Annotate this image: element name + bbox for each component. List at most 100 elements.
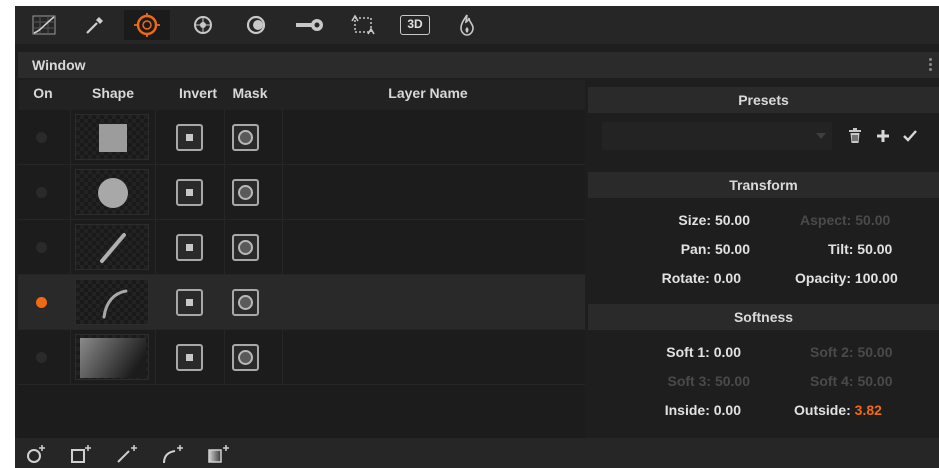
soft1-param[interactable]: Soft 1: 0.00 [618,344,741,360]
mask-button[interactable] [232,124,259,151]
tilt-param[interactable]: Tilt: 50.00 [828,241,892,257]
invert-button[interactable] [176,124,203,151]
add-gradient-window-icon [208,445,229,463]
pan-value[interactable]: 50.00 [715,241,750,257]
window-properties-panel: Presets Transform Size: 50.00 Aspect: 50… [588,80,939,438]
mask-button[interactable] [232,179,259,206]
shape-thumbnail-square[interactable] [75,114,149,160]
circle-shape-icon [98,178,128,208]
col-header-mask: Mask [232,85,268,101]
inside-param[interactable]: Inside: 0.00 [618,402,741,418]
delete-preset-button[interactable] [844,124,866,148]
shape-thumbnail-gradient[interactable] [75,334,149,380]
col-header-layer-name: Layer Name [388,85,468,101]
soft3-value[interactable]: 50.00 [715,373,750,389]
trash-icon [849,128,861,143]
window-on-toggle[interactable] [36,242,47,253]
qualifier-tool-button[interactable] [72,10,118,40]
plus-icon [877,130,889,142]
pan-param[interactable]: Pan: 50.00 [618,241,750,257]
tilt-label: Tilt: [828,241,854,257]
outside-label: Outside: [794,402,851,418]
outside-param[interactable]: Outside: 3.82 [794,402,882,418]
window-on-toggle[interactable] [36,297,47,308]
add-square-window-button[interactable] [67,442,97,466]
shape-thumbnail-circle[interactable] [75,169,149,215]
mask-button[interactable] [232,344,259,371]
shape-thumbnail-curve[interactable] [75,279,149,325]
window-panel-header: Window [18,52,939,78]
window-on-toggle[interactable] [36,352,47,363]
soft1-value[interactable]: 0.00 [714,344,741,360]
blur-tool-button[interactable] [233,10,279,40]
layer-name-field[interactable] [288,110,578,165]
soft2-value[interactable]: 50.00 [857,344,892,360]
add-curve-window-button[interactable] [158,442,188,466]
aspect-param[interactable]: Aspect: 50.00 [800,212,890,228]
layer-name-field[interactable] [288,165,578,220]
add-linear-window-icon [117,445,137,463]
mask-button[interactable] [232,289,259,316]
table-row[interactable] [18,330,585,385]
size-param[interactable]: Size: 50.00 [618,212,750,228]
apply-preset-button[interactable] [899,124,921,148]
size-label: Size: [678,212,712,228]
add-circle-window-button[interactable] [23,442,53,466]
layer-name-field[interactable] [288,330,578,385]
3d-tool-button[interactable]: 3D [392,10,438,40]
invert-button[interactable] [176,179,203,206]
window-icon [134,13,160,37]
aspect-label: Aspect: [800,212,852,228]
palette-toolbar: 3D [15,6,939,44]
soft2-param[interactable]: Soft 2: 50.00 [810,344,893,360]
layer-name-field[interactable] [288,275,578,330]
mask-button[interactable] [232,234,259,261]
invert-button[interactable] [176,234,203,261]
inside-value[interactable]: 0.00 [714,402,741,418]
add-preset-button[interactable] [872,124,894,148]
linear-shape-icon [100,233,126,263]
invert-button[interactable] [176,344,203,371]
tilt-value[interactable]: 50.00 [857,241,892,257]
fx-flame-icon [460,14,474,36]
window-tool-button[interactable] [124,10,170,40]
presets-dropdown[interactable] [602,122,832,150]
size-value[interactable]: 50.00 [715,212,750,228]
invert-button[interactable] [176,289,203,316]
key-icon [296,19,323,31]
rotate-param[interactable]: Rotate: 0.00 [618,270,741,286]
sizing-tool-button[interactable] [340,10,386,40]
window-on-toggle[interactable] [36,132,47,143]
soft4-value[interactable]: 50.00 [857,373,892,389]
table-row[interactable] [18,110,585,165]
sizing-icon [351,14,375,35]
window-on-toggle[interactable] [36,187,47,198]
col-header-shape: Shape [91,85,134,101]
opacity-value[interactable]: 100.00 [855,270,898,286]
soft3-label: Soft 3: [667,373,712,389]
table-row[interactable] [18,220,585,275]
inside-label: Inside: [664,402,710,418]
layer-name-field[interactable] [288,220,578,275]
fx-tool-button[interactable] [444,10,490,40]
soft3-param[interactable]: Soft 3: 50.00 [618,373,751,389]
key-tool-button[interactable] [287,10,333,40]
add-linear-window-button[interactable] [113,442,143,466]
tracker-icon [194,16,212,34]
rotate-value[interactable]: 0.00 [714,270,741,286]
opacity-label: Opacity: [795,270,852,286]
panel-options-icon[interactable] [929,58,933,72]
check-icon [903,130,917,142]
tracker-tool-button[interactable] [180,10,226,40]
curves-tool-button[interactable] [21,10,67,40]
shape-thumbnail-linear[interactable] [75,224,149,270]
table-row[interactable] [18,165,585,220]
outside-value[interactable]: 3.82 [855,402,882,418]
aspect-value[interactable]: 50.00 [855,212,890,228]
add-gradient-window-button[interactable] [204,442,234,466]
qualifier-eyedropper-icon [86,17,103,34]
table-row[interactable] [18,275,585,330]
table-header: On Shape Invert Mask Layer Name [18,80,585,110]
opacity-param[interactable]: Opacity: 100.00 [795,270,898,286]
soft4-param[interactable]: Soft 4: 50.00 [810,373,893,389]
